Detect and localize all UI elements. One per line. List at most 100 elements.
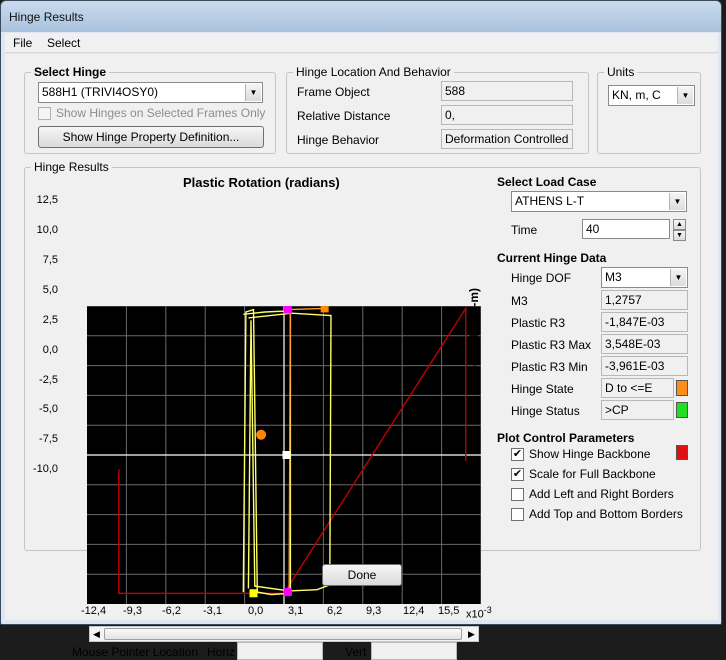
show-selected-label: Show Hinges on Selected Frames Only: [56, 106, 266, 120]
show-backbone-label: Show Hinge Backbone: [529, 447, 651, 461]
scroll-right-icon[interactable]: ▶: [465, 627, 478, 641]
x-exp-base: x10: [466, 608, 484, 621]
y-tick-label: 10,0: [36, 224, 58, 236]
plastic-r3-min-label: Plastic R3 Min: [511, 360, 588, 374]
hinge-results-window: Hinge Results File Select Select Hinge 5…: [0, 0, 722, 660]
marker-yield: [249, 589, 258, 598]
plot-control-title: Plot Control Parameters: [497, 431, 635, 445]
menu-file[interactable]: File: [13, 36, 32, 50]
dialog-body: Select Hinge 588H1 (TRIVI4OSY0) ▼ Show H…: [5, 54, 718, 660]
vert-label: Vert: [345, 645, 367, 659]
y-tick-label: -7,5: [39, 433, 58, 445]
chevron-down-icon[interactable]: ▼: [669, 193, 685, 210]
vert-value: [371, 642, 457, 660]
x-exp-sup: -3: [483, 605, 492, 615]
m3-value: 1,2757: [601, 290, 688, 310]
chevron-down-icon[interactable]: ▼: [670, 269, 686, 286]
marker-current: [282, 451, 291, 459]
load-case-select[interactable]: ATHENS L-T ▼: [511, 191, 687, 212]
scale-full-backbone-checkbox[interactable]: ✔: [511, 468, 524, 481]
show-hinge-definition-button[interactable]: Show Hinge Property Definition...: [38, 126, 264, 148]
chevron-down-icon[interactable]: ▼: [245, 84, 261, 101]
current-hinge-title: Current Hinge Data: [497, 251, 607, 265]
hinge-select[interactable]: 588H1 (TRIVI4OSY0) ▼: [38, 82, 263, 103]
plot-scrollbar[interactable]: ◀ ▶: [89, 626, 479, 642]
mouse-pointer-label: Mouse Pointer Location: [72, 645, 199, 659]
done-button[interactable]: Done: [322, 564, 402, 586]
x-tick-label: 0,0: [248, 605, 264, 617]
hinge-state-value: D to <=E: [601, 378, 674, 398]
plastic-r3-max-value: 3,548E-03: [601, 334, 688, 354]
marker-min: [283, 588, 292, 597]
y-tick-label: 12,5: [36, 194, 58, 206]
y-tick-label: -5,0: [39, 403, 58, 415]
x-tick-label: 3,1: [288, 605, 304, 617]
frame-object-value: 588: [441, 81, 573, 101]
top-bottom-borders-label: Add Top and Bottom Borders: [529, 507, 683, 521]
relative-distance-value: 0,: [441, 105, 573, 125]
hinge-status-value: >CP: [601, 400, 674, 420]
menu-select[interactable]: Select: [47, 36, 80, 50]
horiz-label: Horiz: [207, 645, 236, 659]
hinge-results-chart[interactable]: [87, 306, 481, 604]
plastic-r3-label: Plastic R3: [511, 316, 566, 330]
hinge-dof-select[interactable]: M3 ▼: [601, 267, 688, 288]
select-hinge-group: Select Hinge 588H1 (TRIVI4OSY0) ▼ Show H…: [24, 65, 276, 154]
window-title: Hinge Results: [9, 10, 84, 24]
hinge-location-group: Hinge Location And Behavior Frame Object…: [286, 65, 589, 154]
hinge-results-legend: Hinge Results: [31, 160, 112, 174]
x-tick-label: 6,2: [327, 605, 343, 617]
scroll-left-icon[interactable]: ◀: [90, 627, 103, 641]
x-tick-label: 12,4: [403, 605, 425, 617]
hinge-status-label: Hinge Status: [511, 404, 580, 418]
units-legend: Units: [604, 65, 638, 79]
x-axis-multiplier: x10-3: [466, 605, 492, 621]
m3-label: M3: [511, 294, 528, 308]
frame-object-label: Frame Object: [297, 85, 370, 99]
top-bottom-borders-checkbox[interactable]: [511, 508, 524, 521]
series-line: [288, 307, 324, 595]
time-up-icon[interactable]: ▲: [673, 219, 686, 230]
show-selected-checkbox[interactable]: [38, 107, 51, 120]
plot-title: Plastic Rotation (radians): [183, 175, 340, 190]
scale-full-backbone-label: Scale for Full Backbone: [529, 467, 656, 481]
x-tick-label: -3,1: [203, 605, 222, 617]
left-right-borders-label: Add Left and Right Borders: [529, 487, 674, 501]
scroll-thumb[interactable]: [104, 628, 462, 640]
hinge-state-label: Hinge State: [511, 382, 574, 396]
hinge-dof-label: Hinge DOF: [511, 271, 572, 285]
marker-max: [283, 306, 292, 314]
left-right-borders-checkbox[interactable]: [511, 488, 524, 501]
load-case-title: Select Load Case: [497, 175, 597, 189]
y-tick-label: 7,5: [42, 254, 58, 266]
menu-bar: File Select: [5, 33, 718, 53]
marker-state: [320, 306, 329, 313]
y-tick-label: 2,5: [42, 314, 58, 326]
units-value: KN, m, C: [612, 88, 661, 102]
series-line: [118, 306, 467, 594]
title-bar[interactable]: Hinge Results: [1, 1, 721, 32]
select-hinge-legend: Select Hinge: [31, 65, 110, 79]
time-down-icon[interactable]: ▼: [673, 230, 686, 241]
x-tick-label: -9,3: [123, 605, 142, 617]
backbone-color-swatch[interactable]: [676, 445, 688, 460]
x-tick-label: 15,5: [438, 605, 460, 617]
hinge-state-color-swatch: [676, 380, 688, 396]
marker-load: [256, 429, 267, 440]
hinge-behavior-value: Deformation Controlled: [441, 129, 573, 149]
time-label: Time: [511, 223, 538, 237]
hinge-behavior-label: Hinge Behavior: [297, 133, 380, 147]
y-axis-label: Moment M3 (kn-m): [467, 288, 481, 394]
time-input[interactable]: 40: [582, 219, 670, 239]
horiz-value: [237, 642, 323, 660]
x-tick-label: 9,3: [366, 605, 382, 617]
units-select[interactable]: KN, m, C ▼: [608, 85, 695, 106]
hinge-results-group: Hinge Results Plastic Rotation (radians)…: [24, 160, 701, 660]
plastic-r3-min-value: -3,961E-03: [601, 356, 688, 376]
chevron-down-icon[interactable]: ▼: [677, 87, 693, 104]
units-group: Units KN, m, C ▼: [597, 65, 701, 154]
x-tick-label: -6,2: [162, 605, 181, 617]
show-backbone-checkbox[interactable]: ✔: [511, 448, 524, 461]
plastic-r3-max-label: Plastic R3 Max: [511, 338, 592, 352]
y-tick-label: 5,0: [42, 284, 58, 296]
